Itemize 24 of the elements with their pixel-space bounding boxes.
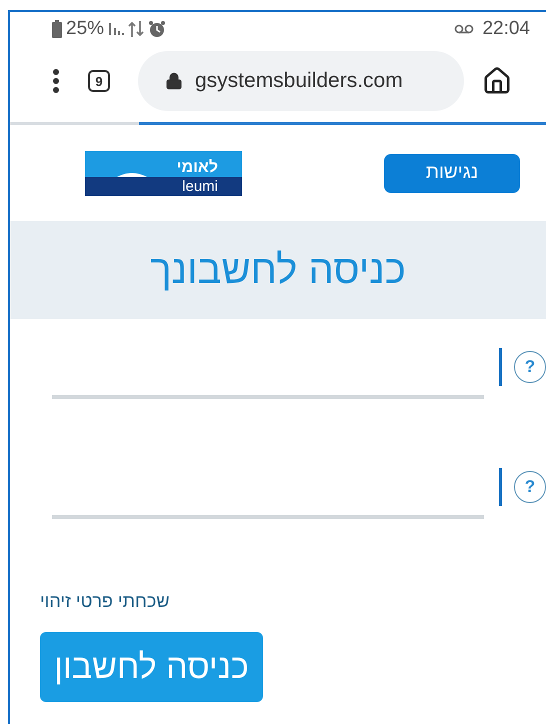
help-button[interactable]: ? <box>514 471 546 503</box>
url-text: gsystemsbuilders.com <box>195 69 403 93</box>
text-cursor <box>499 348 502 386</box>
home-icon[interactable] <box>482 66 512 96</box>
battery-icon <box>52 20 62 38</box>
signal-icon <box>108 20 124 36</box>
page-title: כניסה לחשבונך <box>150 248 406 292</box>
battery-percentage: 25% <box>66 18 104 40</box>
data-arrows-icon <box>128 20 144 38</box>
login-button[interactable]: כניסה לחשבון <box>40 632 263 702</box>
forgot-details-link[interactable]: שכחתי פרטי זיהוי <box>40 591 170 612</box>
logo-hebrew-text: לאומי <box>176 158 218 176</box>
lock-icon <box>165 72 183 90</box>
hill-icon <box>117 172 147 176</box>
alarm-icon <box>148 20 166 38</box>
address-bar[interactable]: gsystemsbuilders.com <box>138 51 464 111</box>
clock-time: 22:04 <box>482 18 530 40</box>
tab-count-button[interactable]: 9 <box>88 70 110 92</box>
text-cursor <box>499 468 502 506</box>
logo-latin-text: leumi <box>182 178 218 194</box>
voicemail-icon <box>454 24 474 34</box>
help-button[interactable]: ? <box>514 351 546 383</box>
accessibility-button[interactable]: נגישות <box>384 154 520 192</box>
menu-icon[interactable] <box>52 69 60 93</box>
